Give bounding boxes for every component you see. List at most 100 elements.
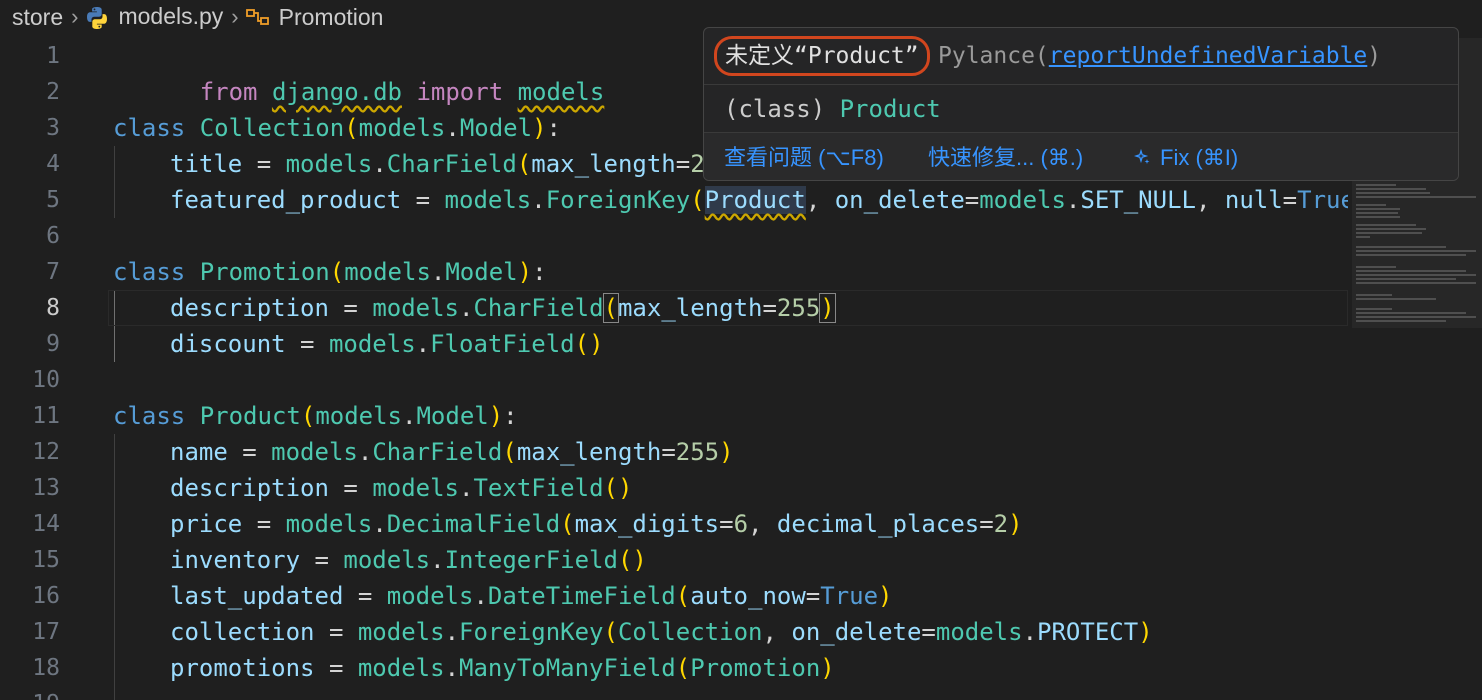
code-line[interactable]: 7 class Promotion(models.Model): — [0, 254, 1348, 290]
token-paren: ( — [675, 582, 691, 610]
token-param[interactable]: max_length — [531, 150, 676, 178]
token-number: 2 — [993, 510, 1009, 538]
token-module[interactable]: models — [315, 402, 402, 430]
token-param[interactable]: on_delete — [835, 186, 965, 214]
token-class[interactable]: Model — [416, 402, 488, 430]
code-line[interactable]: 19 — [0, 686, 1348, 700]
code-line[interactable]: 9 discount = models.FloatField() — [0, 326, 1348, 362]
token-module[interactable]: models — [286, 150, 373, 178]
token-module[interactable]: models — [359, 114, 446, 142]
hover-diagnostic: 未定义“Product” Pylance(reportUndefinedVari… — [704, 28, 1458, 84]
token-class[interactable]: ManyToManyField — [459, 654, 676, 682]
token-param[interactable]: max_length — [517, 438, 662, 466]
token-module[interactable]: models — [358, 618, 445, 646]
token-class[interactable]: Promotion — [200, 258, 330, 286]
minimap-line — [1356, 254, 1466, 256]
token-dot: . — [459, 474, 474, 502]
token-constant[interactable]: SET_NULL — [1080, 186, 1196, 214]
token-variable[interactable]: price — [170, 510, 242, 538]
token-module[interactable]: models — [271, 438, 358, 466]
token-dot: . — [415, 330, 431, 358]
breadcrumb-file[interactable]: models.py — [84, 3, 223, 31]
token-class[interactable]: Promotion — [690, 654, 820, 682]
code-line-active[interactable]: 8 description = models.CharField(max_len… — [0, 290, 1348, 326]
token-variable[interactable]: promotions — [170, 654, 315, 682]
token-operator: = — [242, 510, 286, 538]
token-paren: ) — [517, 258, 533, 286]
token-class[interactable]: DateTimeField — [488, 582, 676, 610]
token-module[interactable]: models — [329, 330, 416, 358]
minimap-line — [1356, 274, 1476, 276]
token-module[interactable]: models — [286, 510, 373, 538]
code-line[interactable]: 5 featured_product = models.ForeignKey(P… — [0, 182, 1348, 218]
token-paren: ) — [1138, 618, 1153, 646]
chevron-right-icon: › — [71, 4, 79, 29]
token-variable[interactable]: featured_product — [170, 186, 401, 214]
token-module[interactable]: models — [936, 618, 1023, 646]
token-variable[interactable]: inventory — [170, 546, 300, 574]
quick-fix-link[interactable]: 快速修复... (⌘.) — [928, 141, 1083, 175]
code-line[interactable]: 12 name = models.CharField(max_length=25… — [0, 434, 1348, 470]
code-line[interactable]: 10 — [0, 362, 1348, 398]
token-variable[interactable]: discount — [170, 330, 286, 358]
hover-popup[interactable]: 未定义“Product” Pylance(reportUndefinedVari… — [703, 27, 1459, 181]
token-paren: ) — [878, 582, 893, 610]
token-class[interactable]: CharField — [372, 438, 502, 466]
token-module[interactable]: models — [372, 474, 459, 502]
token-variable[interactable]: name — [170, 438, 228, 466]
token-module[interactable]: models — [979, 186, 1066, 214]
token-param[interactable]: max_digits — [575, 510, 720, 538]
token-class[interactable]: FloatField — [430, 330, 575, 358]
minimap-line — [1356, 192, 1430, 194]
token-paren: ( — [574, 330, 590, 358]
token-variable[interactable]: title — [170, 150, 242, 178]
token-class[interactable]: ForeignKey — [459, 618, 604, 646]
token-module[interactable]: models — [343, 546, 430, 574]
line-number: 12 — [32, 439, 60, 465]
line-number: 3 — [46, 115, 60, 141]
error-message: 未定义“Product” — [714, 36, 930, 76]
token-class[interactable]: CharField — [387, 150, 517, 178]
token-module[interactable]: models — [344, 258, 431, 286]
code-line[interactable]: 6 — [0, 218, 1348, 254]
code-line[interactable]: 16 last_updated = models.DateTimeField(a… — [0, 578, 1348, 614]
ai-fix-link[interactable]: Fix (⌘I) — [1134, 141, 1238, 175]
token-class[interactable]: Collection — [618, 618, 763, 646]
token-module[interactable]: models — [372, 294, 459, 322]
breadcrumb-folder[interactable]: store — [12, 4, 63, 31]
token-dot: . — [444, 618, 460, 646]
rule-link[interactable]: reportUndefinedVariable — [1049, 43, 1368, 69]
token-variable[interactable]: collection — [170, 618, 315, 646]
token-class[interactable]: IntegerField — [445, 546, 618, 574]
code-line[interactable]: 11 class Product(models.Model): — [0, 398, 1348, 434]
token-class[interactable]: Model — [460, 114, 532, 142]
code-line[interactable]: 17 collection = models.ForeignKey(Collec… — [0, 614, 1348, 650]
token-param[interactable]: decimal_places — [777, 510, 979, 538]
token-variable[interactable]: description — [170, 294, 329, 322]
token-variable[interactable]: last_updated — [170, 582, 343, 610]
token-class[interactable]: Product — [200, 402, 301, 430]
code-line[interactable]: 18 promotions = models.ManyToManyField(P… — [0, 650, 1348, 686]
token-constant[interactable]: PROTECT — [1037, 618, 1138, 646]
breadcrumb-symbol[interactable]: Promotion — [245, 4, 383, 31]
token-variable[interactable]: description — [170, 474, 329, 502]
view-problem-link[interactable]: 查看问题 (⌥F8) — [724, 141, 884, 175]
token-param[interactable]: null — [1225, 186, 1283, 214]
token-module[interactable]: models — [358, 654, 445, 682]
code-line[interactable]: 14 price = models.DecimalField(max_digit… — [0, 506, 1348, 542]
token-class[interactable]: Collection — [200, 114, 345, 142]
token-class[interactable]: ForeignKey — [546, 186, 691, 214]
code-line[interactable]: 13 description = models.TextField() — [0, 470, 1348, 506]
token-param[interactable]: max_length — [618, 294, 763, 322]
code-line[interactable]: 15 inventory = models.IntegerField() — [0, 542, 1348, 578]
token-module[interactable]: models — [387, 582, 474, 610]
token-class[interactable]: TextField — [473, 474, 603, 502]
token-param[interactable]: on_delete — [791, 618, 921, 646]
undefined-product-reference[interactable]: Product — [704, 186, 806, 214]
token-class[interactable]: DecimalField — [387, 510, 560, 538]
token-param[interactable]: auto_now — [690, 582, 806, 610]
token-module[interactable]: models — [445, 186, 532, 214]
token-dot: . — [444, 654, 460, 682]
token-class[interactable]: CharField — [473, 294, 603, 322]
token-class[interactable]: Model — [445, 258, 517, 286]
